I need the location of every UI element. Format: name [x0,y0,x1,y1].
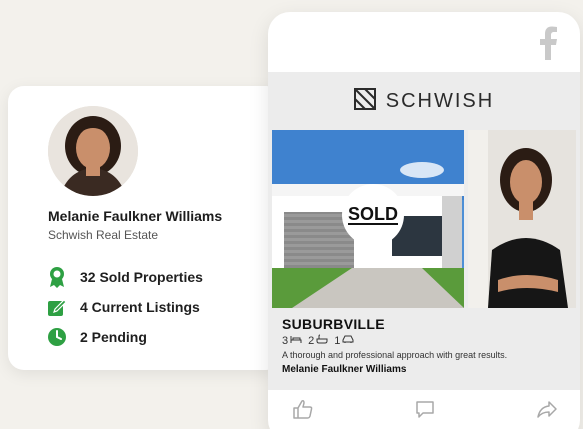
award-icon [46,266,68,288]
feature-beds: 3 [282,334,302,347]
stat-label: 2 Pending [80,329,147,345]
stat-sold: 32 Sold Properties [46,262,203,292]
stat-label: 32 Sold Properties [80,269,203,285]
stat-label: 4 Current Listings [80,299,200,315]
agent-profile-card: Melanie Faulkner Williams Schwish Real E… [8,86,282,370]
post-actions [268,398,580,424]
facebook-icon[interactable] [538,26,558,60]
agent-photo [468,130,576,308]
clock-icon [46,326,68,348]
share-icon[interactable] [536,398,558,420]
post-content: SCHWISH SOLD SUBURBVILLE 3 2 1 A thoroug… [268,72,580,390]
like-icon[interactable] [292,398,314,420]
post-description: A thorough and professional approach wit… [282,350,508,360]
agent-company: Schwish Real Estate [48,228,159,242]
car-icon [342,334,354,347]
feature-baths: 2 [308,334,328,347]
agent-name: Melanie Faulkner Williams [48,208,223,224]
stat-pending: 2 Pending [46,322,203,352]
feature-cars: 1 [334,334,354,347]
comment-icon[interactable] [414,398,436,420]
house-photo: SOLD [272,130,464,308]
social-post-card: SCHWISH SOLD SUBURBVILLE 3 2 1 A thoroug… [268,12,580,429]
sold-label: SOLD [347,204,398,225]
cars-count: 1 [334,334,341,347]
property-features: 3 2 1 [282,334,360,347]
agent-stats: 32 Sold Properties 4 Current Listings 2 … [46,262,203,352]
baths-count: 2 [308,334,315,347]
beds-count: 3 [282,334,289,347]
brand-logo-icon [353,88,376,115]
listing-icon [46,296,68,318]
agent-avatar [48,106,138,196]
post-agent-name: Melanie Faulkner Williams [282,364,407,375]
bath-icon [316,334,328,347]
brand-name: SCHWISH [385,90,495,112]
stat-listings: 4 Current Listings [46,292,203,322]
sold-badge: SOLD [342,184,404,246]
suburb-name: SUBURBVILLE [282,316,385,332]
bed-icon [290,334,302,347]
brand-header: SCHWISH [268,88,580,115]
